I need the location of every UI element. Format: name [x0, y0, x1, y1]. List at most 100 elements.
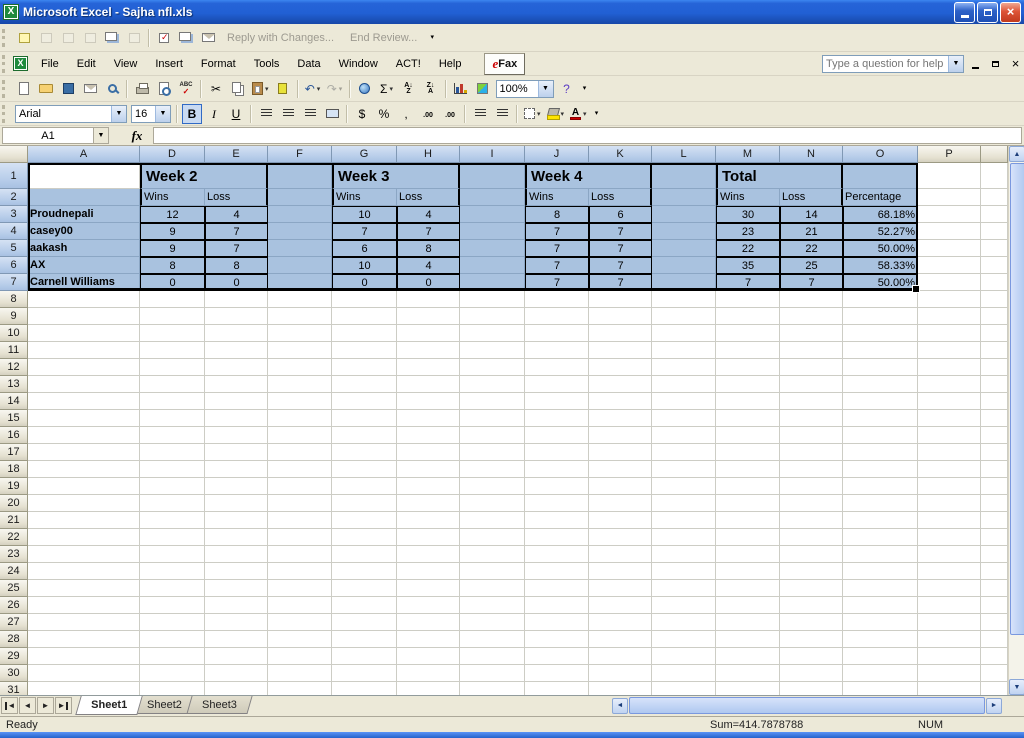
cell-F10[interactable]	[268, 325, 332, 342]
cell-N14[interactable]	[780, 393, 843, 410]
cell-H17[interactable]	[397, 444, 460, 461]
first-sheet-button[interactable]: ◄	[1, 697, 18, 714]
cell-M10[interactable]	[716, 325, 780, 342]
cell-K5[interactable]: 7	[589, 240, 652, 257]
cell-J13[interactable]	[525, 376, 589, 393]
row-header-4[interactable]: 4	[0, 223, 28, 240]
cell-H13[interactable]	[397, 376, 460, 393]
cell-F9[interactable]	[268, 308, 332, 325]
cell-H28[interactable]	[397, 631, 460, 648]
cell-filler[interactable]	[981, 393, 1008, 410]
cell-H30[interactable]	[397, 665, 460, 682]
cell-M30[interactable]	[716, 665, 780, 682]
cell-G13[interactable]	[332, 376, 397, 393]
cell-E7[interactable]: 0	[205, 274, 268, 291]
cell-L5[interactable]	[652, 240, 716, 257]
cell-A12[interactable]	[28, 359, 140, 376]
cell-A25[interactable]	[28, 580, 140, 597]
cell-K8[interactable]	[589, 291, 652, 308]
cell-P23[interactable]	[918, 546, 981, 563]
cell-F24[interactable]	[268, 563, 332, 580]
workbook-restore-button[interactable]	[987, 56, 1004, 71]
restore-button[interactable]	[977, 2, 998, 23]
format-painter-icon[interactable]	[273, 79, 293, 99]
cell-J4[interactable]: 7	[525, 223, 589, 240]
cell-D12[interactable]	[140, 359, 205, 376]
cell-O5[interactable]: 50.00%	[843, 240, 918, 257]
cell-K13[interactable]	[589, 376, 652, 393]
row-header-20[interactable]: 20	[0, 495, 28, 512]
cell-K16[interactable]	[589, 427, 652, 444]
cell-A14[interactable]	[28, 393, 140, 410]
cell-D11[interactable]	[140, 342, 205, 359]
cell-G3[interactable]: 10	[332, 206, 397, 223]
cell-L11[interactable]	[652, 342, 716, 359]
row-header-19[interactable]: 19	[0, 478, 28, 495]
cell-filler[interactable]	[981, 580, 1008, 597]
cell-A13[interactable]	[28, 376, 140, 393]
row-header-2[interactable]: 2	[0, 189, 28, 206]
cell-G10[interactable]	[332, 325, 397, 342]
cell-D13[interactable]	[140, 376, 205, 393]
redo-icon[interactable]: ↷▾	[325, 79, 345, 99]
cell-N10[interactable]	[780, 325, 843, 342]
cell-G29[interactable]	[332, 648, 397, 665]
cell-A17[interactable]	[28, 444, 140, 461]
cell-N16[interactable]	[780, 427, 843, 444]
cell-F31[interactable]	[268, 682, 332, 695]
cell-E14[interactable]	[205, 393, 268, 410]
cell-J14[interactable]	[525, 393, 589, 410]
row-header-17[interactable]: 17	[0, 444, 28, 461]
share-workbook-icon[interactable]	[176, 28, 196, 48]
cell-G23[interactable]	[332, 546, 397, 563]
cell-P5[interactable]	[918, 240, 981, 257]
cell-O6[interactable]: 58.33%	[843, 257, 918, 274]
cell-F17[interactable]	[268, 444, 332, 461]
cell-F20[interactable]	[268, 495, 332, 512]
cell-F11[interactable]	[268, 342, 332, 359]
cell-N4[interactable]: 21	[780, 223, 843, 240]
cell-L14[interactable]	[652, 393, 716, 410]
paste-icon[interactable]: ▾	[250, 79, 271, 99]
cell-P11[interactable]	[918, 342, 981, 359]
insert-comment-icon[interactable]	[14, 28, 34, 48]
cell-J26[interactable]	[525, 597, 589, 614]
cell-K31[interactable]	[589, 682, 652, 695]
cell-G9[interactable]	[332, 308, 397, 325]
cell-P21[interactable]	[918, 512, 981, 529]
cell-F8[interactable]	[268, 291, 332, 308]
scroll-up-icon[interactable]: ▲	[1009, 146, 1024, 162]
row-header-3[interactable]: 3	[0, 206, 28, 223]
cell-A16[interactable]	[28, 427, 140, 444]
horizontal-scrollbar[interactable]: ◄ ►	[612, 697, 1002, 714]
comma-icon[interactable]: ,	[396, 104, 416, 124]
cell-I11[interactable]	[460, 342, 525, 359]
cell-filler[interactable]	[981, 359, 1008, 376]
email-icon[interactable]	[80, 79, 100, 99]
cell-filler[interactable]	[981, 325, 1008, 342]
menu-tools[interactable]: Tools	[246, 56, 288, 72]
cell-N12[interactable]	[780, 359, 843, 376]
cell-G8[interactable]	[332, 291, 397, 308]
cell-H12[interactable]	[397, 359, 460, 376]
cell-A7[interactable]: Carnell Williams	[28, 274, 140, 291]
cell-O17[interactable]	[843, 444, 918, 461]
cell-A1[interactable]	[28, 163, 140, 189]
cell-P25[interactable]	[918, 580, 981, 597]
menu-view[interactable]: View	[106, 56, 146, 72]
cut-icon[interactable]: ✂	[206, 79, 226, 99]
cell-L20[interactable]	[652, 495, 716, 512]
cell-K23[interactable]	[589, 546, 652, 563]
column-header-P[interactable]: P	[918, 146, 981, 163]
chevron-down-icon[interactable]: ▼	[948, 56, 963, 72]
cell-L24[interactable]	[652, 563, 716, 580]
cell-L8[interactable]	[652, 291, 716, 308]
chevron-down-icon[interactable]: ▼	[155, 106, 170, 122]
toolbar-options-icon[interactable]: ▾	[579, 79, 591, 99]
column-header-I[interactable]: I	[460, 146, 525, 163]
last-sheet-button[interactable]: ►	[55, 697, 72, 714]
cell-M20[interactable]	[716, 495, 780, 512]
cell-O27[interactable]	[843, 614, 918, 631]
cell-P27[interactable]	[918, 614, 981, 631]
cell-N24[interactable]	[780, 563, 843, 580]
